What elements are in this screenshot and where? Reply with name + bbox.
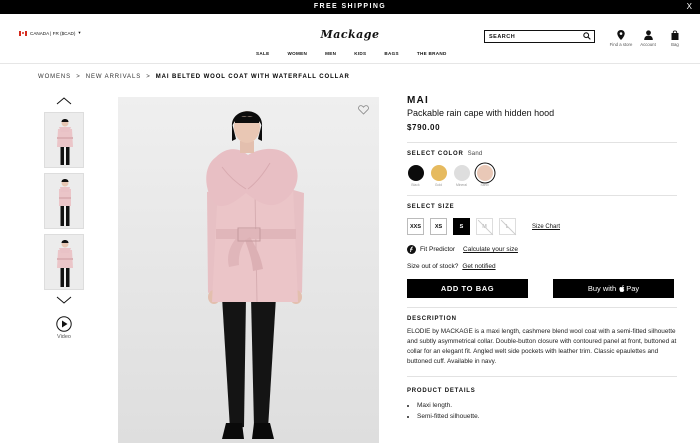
model-thumbnail-image [45, 113, 83, 167]
find-store-link[interactable]: Find a store [607, 30, 635, 47]
swatch-label: Gold [434, 183, 443, 187]
swatch-dot [407, 165, 424, 181]
product-details-list: Maxi length. Semi-fitted silhouette. [407, 400, 677, 422]
swatch-label: Sand [480, 183, 489, 187]
product-details-title: PRODUCT DETAILS [407, 388, 476, 394]
shopping-bag-icon [671, 30, 679, 40]
list-item: Semi-fitted silhouette. [417, 411, 677, 422]
breadcrumb: WOMENS > NEW ARRIVALS > MAI BELTED WOOL … [38, 74, 350, 80]
buy-with-label: Buy with [587, 284, 617, 293]
nav-women[interactable]: WOMEN [287, 51, 307, 56]
main-product-image[interactable] [118, 97, 379, 443]
nav-men[interactable]: MEN [325, 51, 336, 56]
product-info-panel: MAI Packable rain cape with hidden hood … [407, 95, 677, 422]
find-store-label: Find a store [609, 42, 633, 47]
description-title: DESCRIPTION [407, 316, 457, 322]
swatch-mineral[interactable]: Mineral [453, 165, 470, 187]
model-thumbnail-image [45, 235, 83, 289]
fit-predictor-icon [407, 245, 416, 254]
breadcrumb-path[interactable]: WOMENS > NEW ARRIVALS > [38, 74, 156, 80]
size-s[interactable]: S [453, 218, 470, 235]
color-label: SELECT COLOR Sand [407, 151, 677, 157]
bag-link[interactable]: Bag [661, 30, 689, 47]
close-promo-button[interactable]: X [687, 0, 692, 14]
wishlist-heart-icon[interactable] [358, 105, 369, 115]
add-to-bag-button[interactable]: ADD TO BAG [407, 279, 528, 298]
calculate-size-link[interactable]: Calculate your size [463, 246, 518, 253]
video-button[interactable]: Video [44, 316, 84, 340]
swatch-dot [430, 165, 447, 181]
product-description: ELODIE by MACKAGE is a maxi length, cash… [407, 328, 677, 365]
size-chart-link[interactable]: Size Chart [532, 224, 560, 230]
location-pin-icon [617, 30, 625, 40]
search-input[interactable] [489, 33, 579, 40]
apple-icon [619, 285, 625, 292]
size-xs[interactable]: XS [430, 218, 447, 235]
thumbnail-2[interactable] [44, 173, 84, 229]
size-selector: XXS XS S M L Size Chart [407, 218, 677, 235]
promo-bar: FREE SHIPPING X [0, 0, 700, 14]
purchase-buttons: ADD TO BAG Buy with Pay [407, 279, 677, 298]
site-header: CANADA | FR ($CAD) ▾ Mackage SALE WOMEN … [0, 14, 700, 64]
video-label: Video [57, 334, 71, 340]
select-size-label: SELECT SIZE [407, 204, 455, 210]
thumbnail-3[interactable] [44, 234, 84, 290]
fit-predictor-row: Fit Predictor Calculate your size [407, 245, 677, 254]
swatch-label: Mineral [455, 183, 468, 187]
divider [407, 376, 677, 377]
gallery-up-arrow[interactable] [44, 95, 84, 107]
model-photo [118, 97, 379, 443]
chevron-down-icon [56, 296, 72, 304]
swatch-gold[interactable]: Gold [430, 165, 447, 187]
out-of-stock-row: Size out of stock? Get notified [407, 263, 677, 270]
account-link[interactable]: Account [634, 30, 662, 47]
product-name: MAI [407, 95, 429, 106]
chevron-up-icon [56, 97, 72, 105]
color-swatches: Black Gold Mineral Sand [407, 165, 677, 187]
gallery-down-arrow[interactable] [44, 294, 84, 306]
model-thumbnail-image [45, 174, 83, 228]
selected-color-value: Sand [467, 151, 483, 157]
user-icon [643, 30, 653, 40]
swatch-dot [453, 165, 470, 181]
divider [407, 142, 677, 143]
nav-bags[interactable]: BAGS [384, 51, 398, 56]
swatch-label: Black [411, 183, 420, 187]
product-price: $790.00 [407, 123, 441, 132]
list-item: Maxi length. [417, 400, 677, 411]
brand-logo[interactable]: Mackage [0, 28, 700, 41]
main-nav: SALE WOMEN MEN KIDS BAGS THE BRAND [256, 51, 447, 56]
nav-sale[interactable]: SALE [256, 51, 269, 56]
get-notified-link[interactable]: Get notified [462, 263, 495, 270]
swatch-black[interactable]: Black [407, 165, 424, 187]
size-m[interactable]: M [476, 218, 493, 235]
search-icon[interactable] [583, 32, 591, 40]
account-label: Account [640, 42, 656, 47]
apple-pay-button[interactable]: Buy with Pay [553, 279, 674, 298]
divider [407, 307, 677, 308]
fit-predictor-label: Fit Predictor [420, 246, 456, 253]
play-icon [56, 316, 72, 332]
select-color-label: SELECT COLOR [407, 151, 464, 157]
out-of-stock-text: Size out of stock? [407, 263, 459, 270]
bag-label: Bag [671, 42, 679, 47]
thumbnail-gallery: Video [44, 95, 84, 340]
product-subtitle: Packable rain cape with hidden hood [407, 108, 555, 118]
nav-kids[interactable]: KIDS [354, 51, 366, 56]
search-box [484, 30, 595, 43]
thumbnail-1[interactable] [44, 112, 84, 168]
swatch-dot [476, 165, 493, 181]
size-xxs[interactable]: XXS [407, 218, 424, 235]
promo-text: FREE SHIPPING [313, 3, 387, 10]
pay-label: Pay [626, 284, 640, 293]
size-l[interactable]: L [499, 218, 516, 235]
swatch-sand[interactable]: Sand [476, 165, 493, 187]
breadcrumb-current: MAI BELTED WOOL COAT WITH WATERFALL COLL… [155, 74, 350, 80]
divider [407, 195, 677, 196]
nav-the-brand[interactable]: THE BRAND [417, 51, 447, 56]
